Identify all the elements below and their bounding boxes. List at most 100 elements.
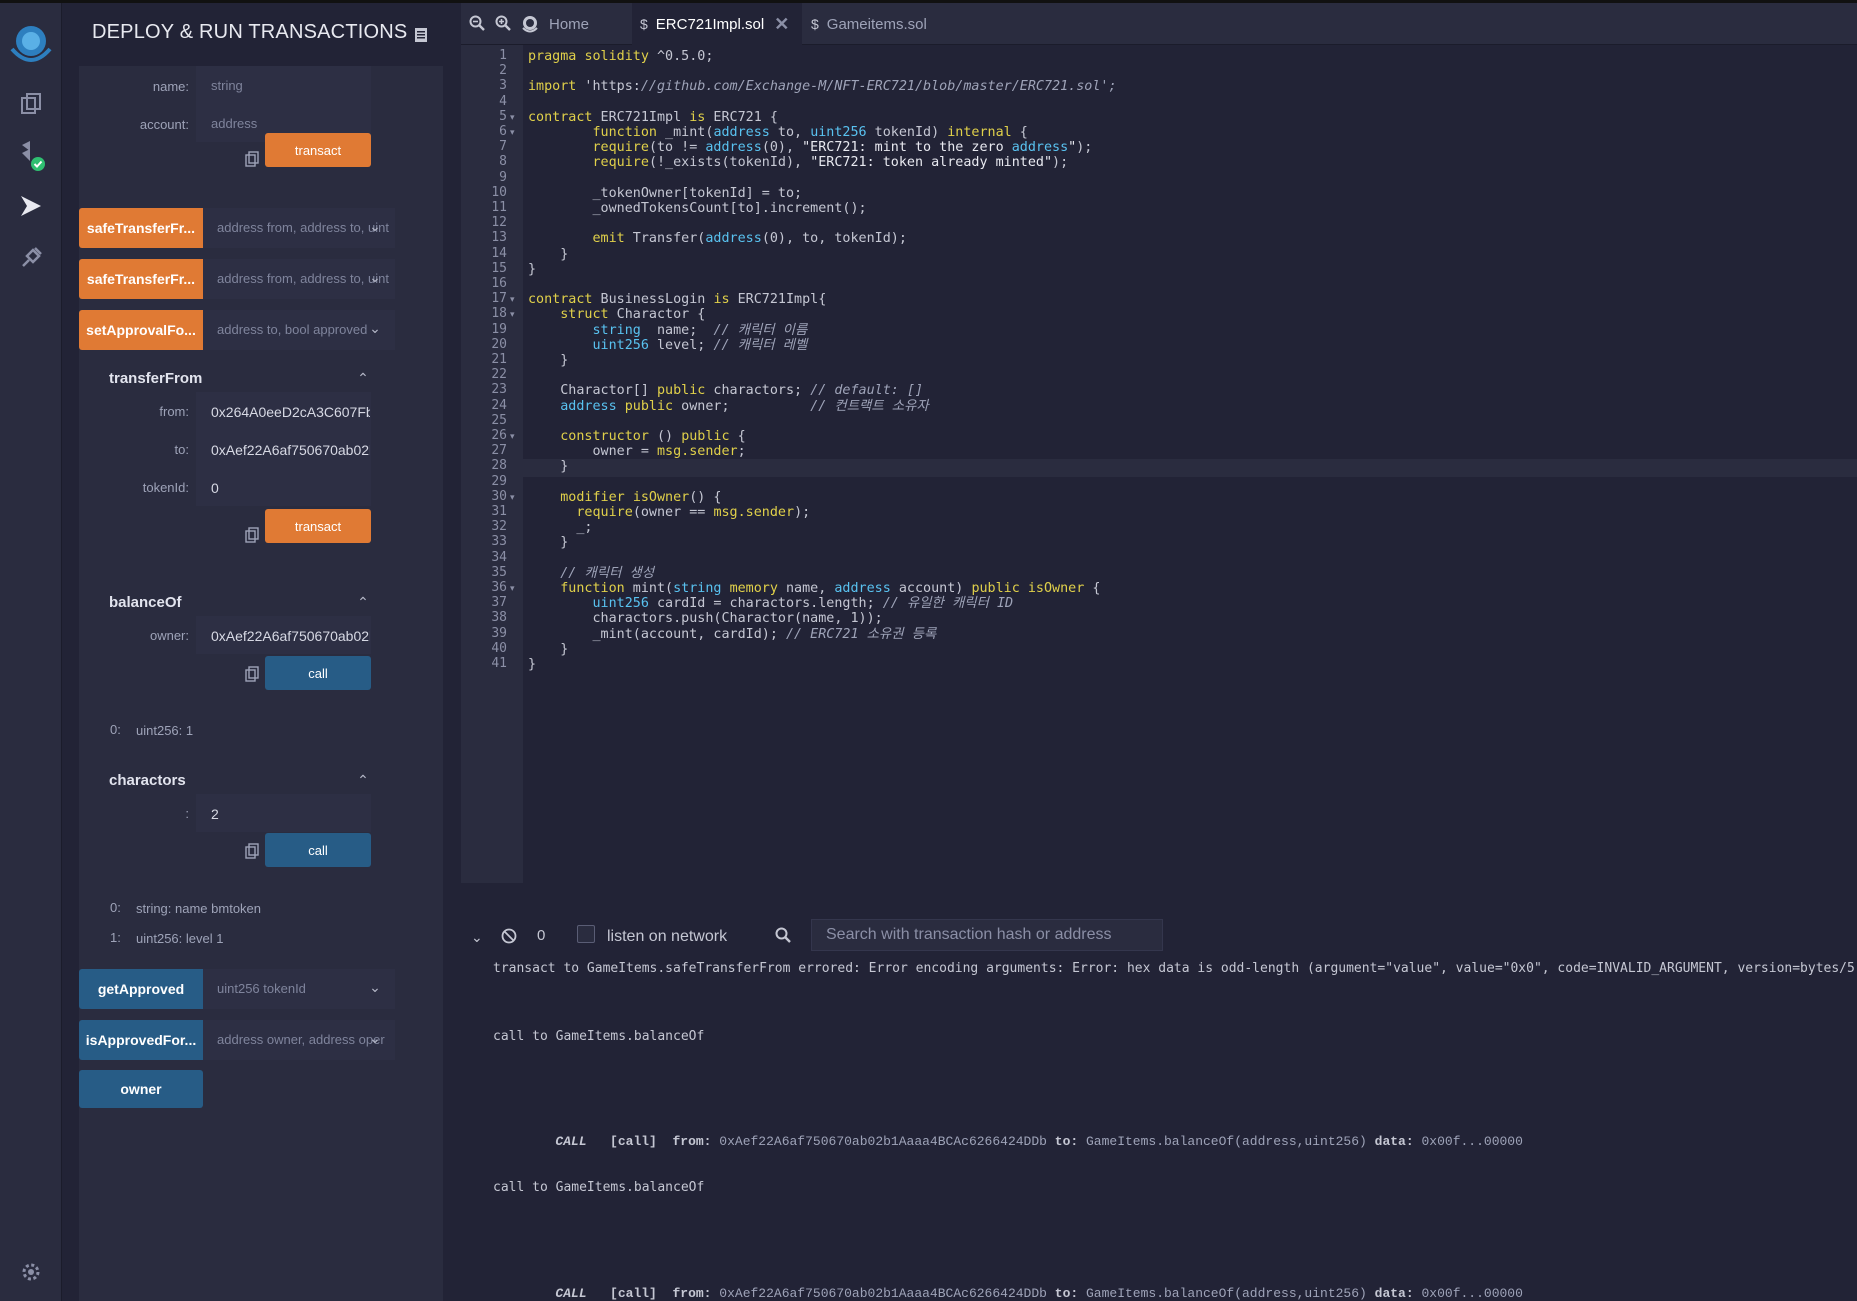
transaction-search-input[interactable]: Search with transaction hash or address — [811, 919, 1163, 951]
chevron-down-icon[interactable]: ⌄ — [367, 320, 383, 336]
deploy-run-panel: DEPLOY & RUN TRANSACTIONS name: string a… — [62, 3, 460, 1301]
chevron-up-icon[interactable]: ⌃ — [355, 370, 371, 386]
terminal-output: transact to GameItems.safeTransferFrom e… — [461, 957, 1857, 1301]
zoom-out-icon[interactable] — [469, 15, 485, 31]
line-number: 24 — [491, 397, 507, 413]
line-number: 4 — [499, 93, 507, 109]
active-line-highlight — [523, 459, 1857, 477]
is-approved-for-all-button[interactable]: isApprovedFor... — [79, 1020, 203, 1060]
from-label: from: — [672, 1286, 712, 1301]
close-tab-icon[interactable]: ✕ — [774, 14, 789, 35]
fold-toggle-icon[interactable]: ▾ — [510, 583, 515, 594]
transfer-from-transact-button[interactable]: transact — [265, 509, 371, 543]
balance-of-call-button[interactable]: call — [265, 656, 371, 690]
code-editor[interactable]: 1 2 3 4 5 ▾ 6 ▾ 7 8 9 10 11 12 13 14 15 16 17 ▾ 18 ▾ 19 20 21 22 2… — [461, 45, 1857, 883]
pending-tx-count: 0 — [537, 927, 546, 944]
output-index: 1: — [110, 930, 121, 945]
file-explorer-icon[interactable] — [14, 87, 48, 121]
owner-input[interactable]: 0xAef22A6af750670ab02b1A — [196, 616, 371, 654]
line-number: 7 — [499, 139, 507, 155]
code-line: require(!_exists(tokenId), "ERC721: toke… — [592, 155, 1069, 171]
tab-gameitems[interactable]: $ Gameitems.sol — [803, 3, 943, 45]
collapse-terminal-icon[interactable]: ⌄ — [471, 929, 483, 946]
fold-toggle-icon[interactable]: ▾ — [510, 431, 515, 442]
plugin-manager-icon[interactable] — [14, 241, 48, 275]
remix-logo-icon[interactable] — [6, 17, 56, 67]
settings-gear-icon[interactable] — [14, 1255, 48, 1289]
contract-functions-list: name: string account: address transact s… — [79, 66, 443, 1301]
tab-home[interactable]: Home — [521, 3, 641, 45]
line-number: 23 — [491, 382, 507, 398]
code-line: } — [528, 535, 569, 551]
copy-calldata-icon[interactable] — [245, 151, 259, 167]
line-number: 36 — [491, 580, 507, 595]
chevron-down-icon[interactable]: ⌄ — [367, 269, 383, 285]
chevron-up-icon[interactable]: ⌃ — [355, 772, 371, 788]
charactors-title: charactors — [109, 772, 186, 789]
from-input[interactable]: 0x264A0eeD2cA3C607FbaDC — [196, 392, 371, 430]
charactors-arg-label: : — [185, 806, 189, 821]
deploy-run-icon[interactable] — [14, 189, 48, 223]
line-number: 30 — [491, 488, 507, 504]
copy-calldata-icon[interactable] — [245, 527, 259, 543]
set-approval-for-all-button[interactable]: setApprovalFo... — [79, 310, 203, 350]
fold-toggle-icon[interactable]: ▾ — [510, 127, 515, 138]
line-number: 37 — [491, 595, 507, 611]
zoom-in-icon[interactable] — [495, 15, 511, 31]
chevron-down-icon[interactable]: ⌄ — [367, 979, 383, 995]
call-log-line[interactable]: CALL [call] from: 0xAef22A6af750670ab02b… — [493, 1271, 1523, 1301]
solidity-compiler-icon[interactable] — [14, 139, 48, 173]
tab-erc721impl[interactable]: $ ERC721Impl.sol ✕ — [632, 3, 802, 45]
name-input[interactable]: string — [196, 66, 371, 104]
line-number: 39 — [491, 625, 507, 641]
line-number: 8 — [499, 154, 507, 170]
to-input[interactable]: 0xAef22A6af750670ab02b1A — [196, 430, 371, 468]
line-number: 14 — [491, 245, 507, 261]
from-value: 0xAef22A6af750670ab02b1Aaaa4BCAc6266424D… — [719, 1286, 1047, 1301]
listen-on-network-checkbox[interactable] — [577, 925, 595, 943]
balance-of-title: balanceOf — [109, 594, 182, 611]
fold-toggle-icon[interactable]: ▾ — [510, 309, 515, 320]
line-number: 20 — [491, 336, 507, 352]
call-bracket: [call] — [610, 1134, 657, 1149]
call-log-line[interactable]: CALL [call] from: 0xAef22A6af750670ab02b… — [493, 1119, 1523, 1164]
charactors-input[interactable]: 2 — [196, 794, 371, 832]
line-number: 33 — [491, 534, 507, 550]
safe-transfer-from-button[interactable]: safeTransferFr... — [79, 208, 203, 248]
data-value: 0x00f...00000 — [1421, 1286, 1523, 1301]
output-index: 0: — [110, 722, 121, 737]
code-line: uint256 level; // 캐릭터 레벨 — [592, 337, 808, 353]
code-line: _ownedTokensCount[to].increment(); — [528, 201, 867, 216]
get-approved-button[interactable]: getApproved — [79, 969, 203, 1009]
fold-toggle-icon[interactable]: ▾ — [510, 294, 515, 305]
line-number: 5 — [499, 108, 507, 124]
clear-console-icon[interactable] — [501, 928, 517, 944]
call-tag: CALL — [555, 1134, 587, 1149]
line-number: 25 — [491, 412, 507, 428]
fold-toggle-icon[interactable]: ▾ — [510, 112, 515, 123]
line-number: 18 — [491, 306, 507, 322]
mint-transact-button[interactable]: transact — [265, 133, 371, 167]
call-bracket: [call] — [610, 1286, 657, 1301]
data-label: data: — [1374, 1134, 1414, 1149]
documentation-icon[interactable] — [414, 27, 428, 43]
copy-calldata-icon[interactable] — [245, 843, 259, 859]
listen-on-network-label: listen on network — [607, 928, 728, 945]
chevron-up-icon[interactable]: ⌃ — [355, 594, 371, 610]
owner-call-button[interactable]: owner — [79, 1070, 203, 1108]
editor-area: Home $ ERC721Impl.sol ✕ $ Gameitems.sol … — [461, 3, 1857, 1301]
charactors-call-button[interactable]: call — [265, 833, 371, 867]
safe-transfer-from-data-button[interactable]: safeTransferFr... — [79, 259, 203, 299]
fold-toggle-icon[interactable]: ▾ — [510, 492, 515, 503]
line-number: 16 — [491, 276, 507, 291]
token-id-input[interactable]: 0 — [196, 468, 371, 506]
data-value: 0x00f...00000 — [1421, 1134, 1523, 1149]
line-number: 13 — [491, 230, 507, 246]
chevron-down-icon[interactable]: ⌄ — [367, 218, 383, 234]
line-number: 9 — [499, 169, 507, 185]
line-number: 40 — [491, 640, 507, 656]
chevron-down-icon[interactable]: ⌄ — [367, 1030, 383, 1046]
line-number: 2 — [499, 63, 507, 79]
copy-calldata-icon[interactable] — [245, 666, 259, 682]
panel-title: DEPLOY & RUN TRANSACTIONS — [92, 21, 408, 43]
